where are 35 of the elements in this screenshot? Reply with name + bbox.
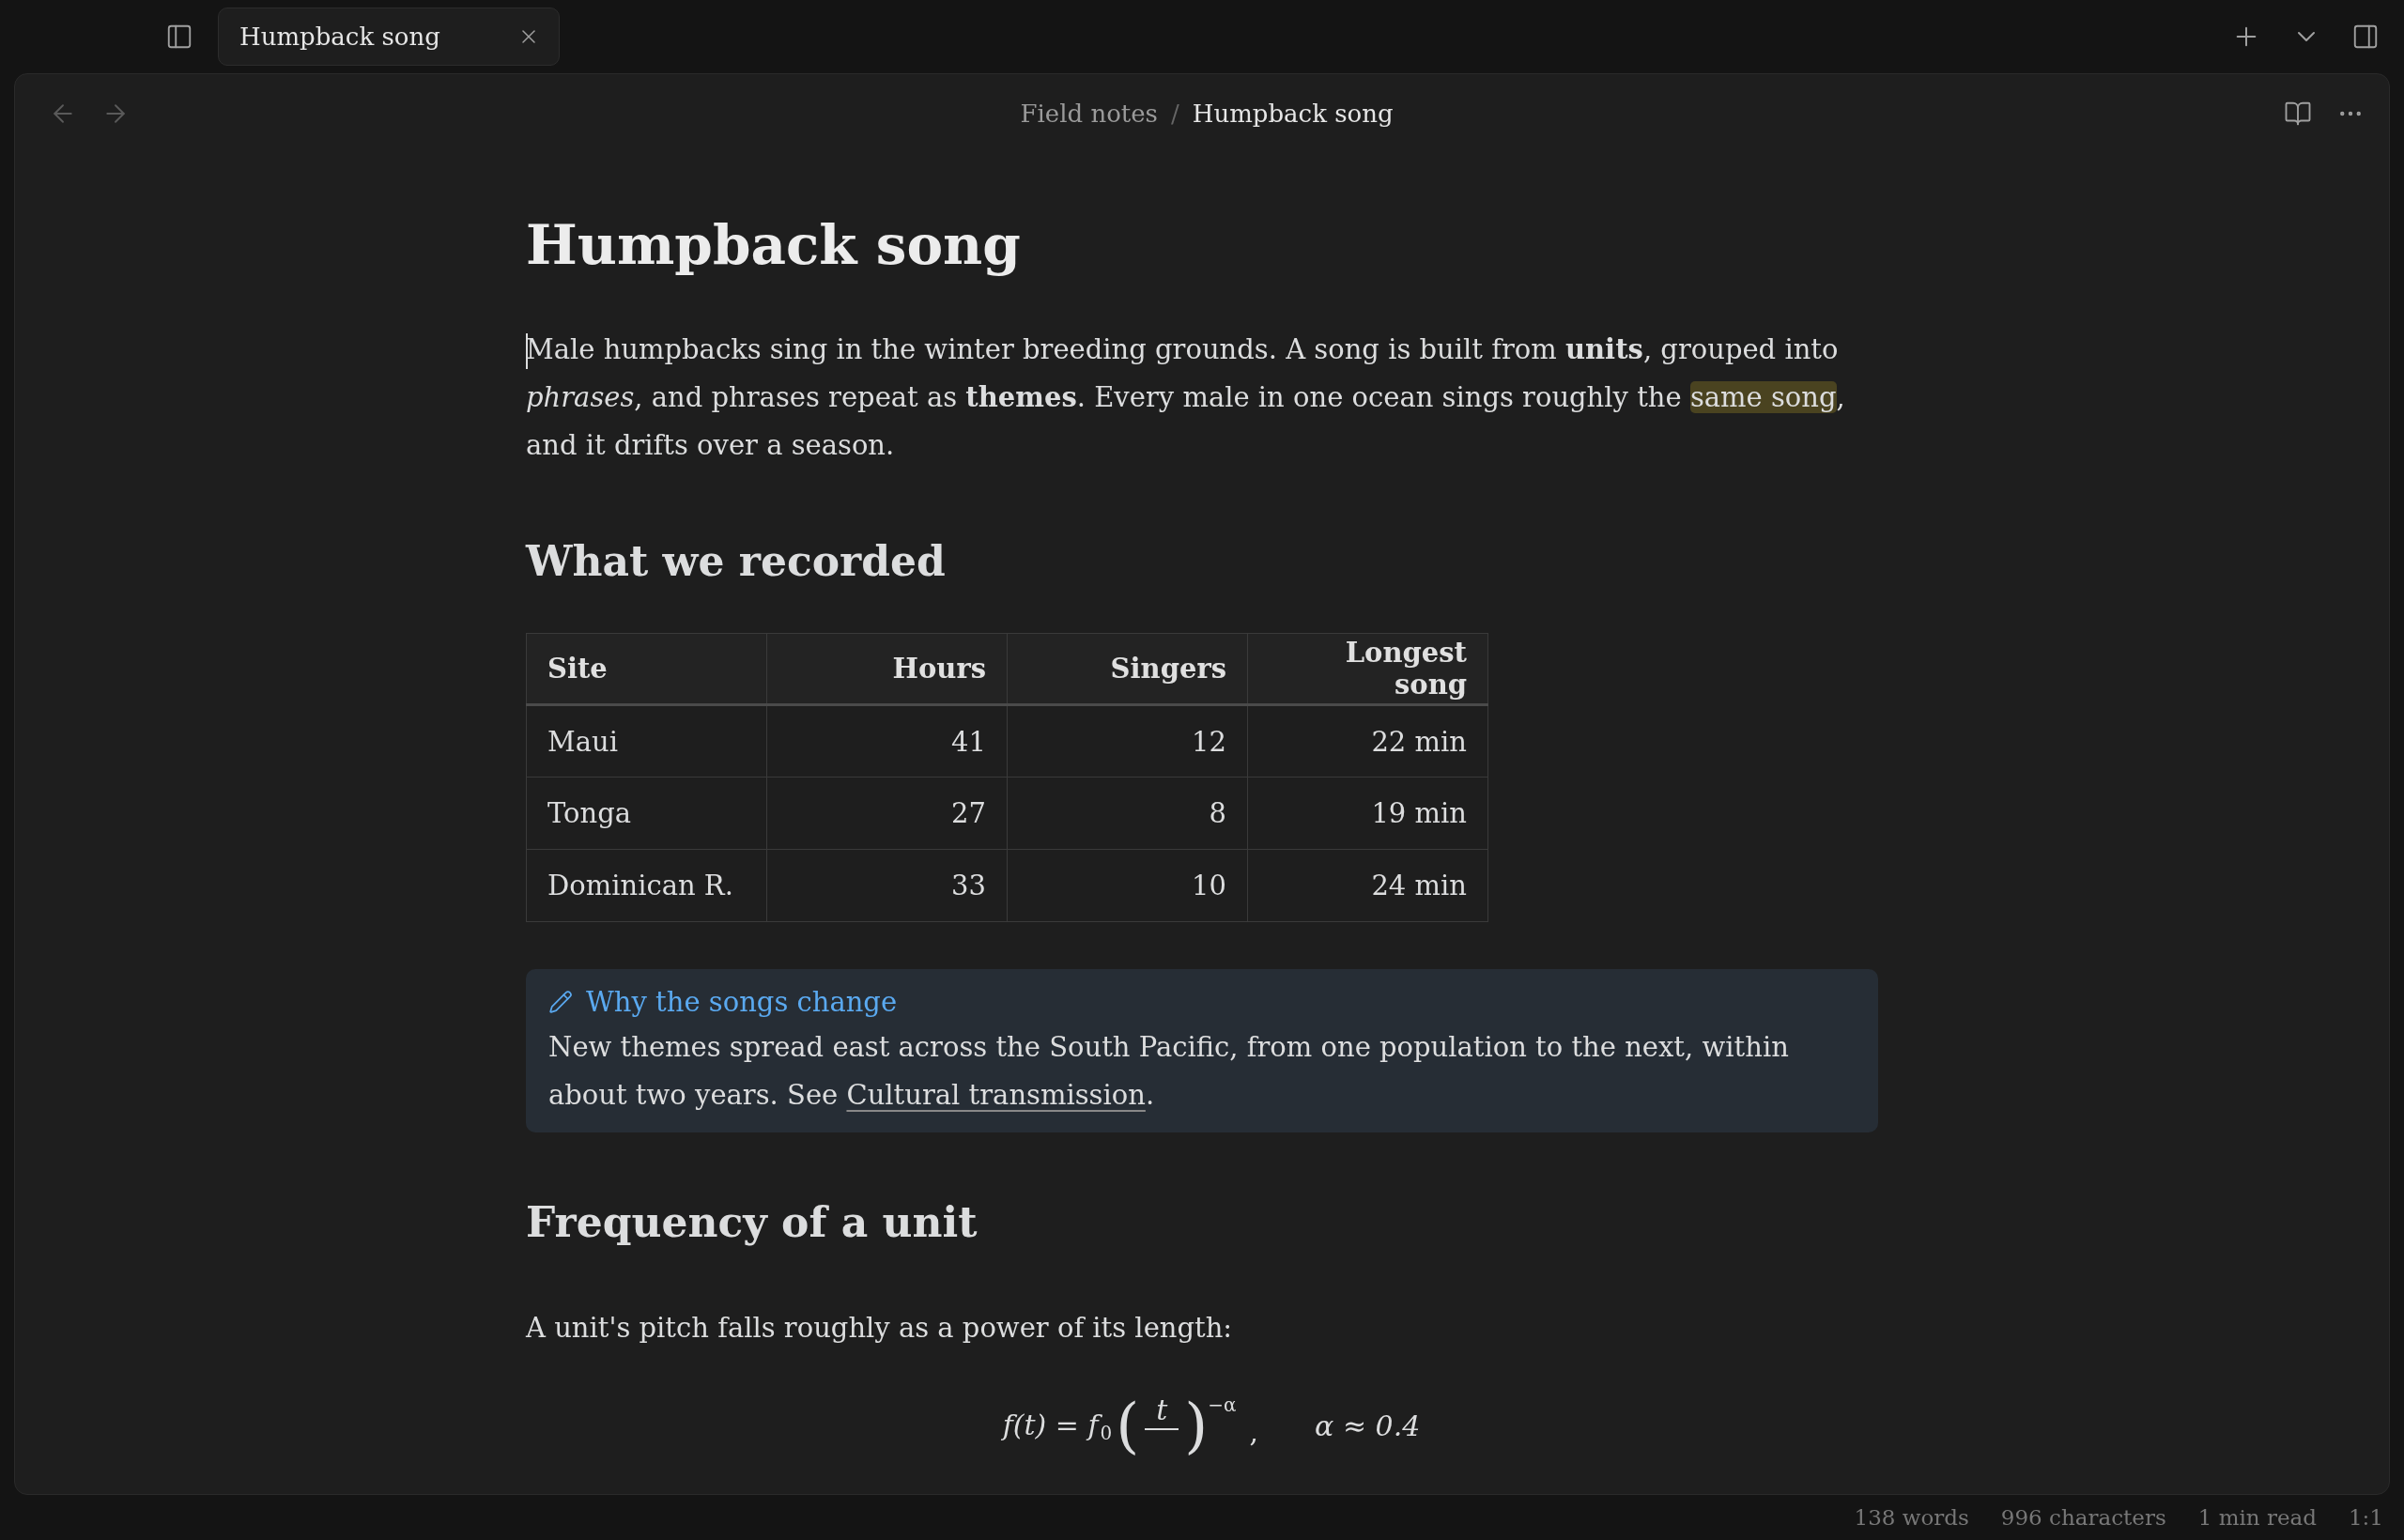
table-cell: Maui xyxy=(526,704,767,778)
callout-title: Why the songs change xyxy=(586,985,898,1021)
internal-link[interactable]: Cultural transmission xyxy=(846,1079,1146,1112)
callout-text: New themes spread east across the South Pacific, from one population to the next, within about two years. See Cultural transmission. xyxy=(548,1030,1790,1114)
math-condition: α ≈ 0.4 xyxy=(1315,1409,1421,1442)
paragraph: A unit's pitch falls roughly as a power of its length: xyxy=(526,1311,1234,1347)
table-cell: 33 xyxy=(766,849,1008,922)
table-cell: Dominican R. xyxy=(526,849,767,922)
status-item: 1 min read xyxy=(2197,1505,2317,1530)
tab-title: Humpback song xyxy=(239,23,440,51)
section-heading: What we recorded xyxy=(526,536,947,587)
status-item: 138 words xyxy=(1854,1505,1969,1530)
pencil-icon xyxy=(548,990,573,1015)
column-header: Longest song xyxy=(1247,633,1488,705)
status-item: 1:1 xyxy=(2349,1505,2383,1530)
table-cell: 19 min xyxy=(1247,777,1488,850)
column-header: Site xyxy=(526,633,767,705)
column-header: Hours xyxy=(766,633,1008,705)
column-header: Singers xyxy=(1007,633,1248,705)
breadcrumb-separator: / xyxy=(1170,100,1179,128)
table-cell: Tonga xyxy=(526,777,767,850)
table-cell: 24 min xyxy=(1247,849,1488,922)
table-cell: 8 xyxy=(1007,777,1248,850)
breadcrumb-item[interactable]: Field notes xyxy=(1020,100,1158,128)
breadcrumb-item[interactable]: Humpback song xyxy=(1192,100,1394,128)
status-item: 996 characters xyxy=(2000,1505,2166,1530)
table-cell: 41 xyxy=(766,704,1008,778)
table-cell: 12 xyxy=(1007,704,1248,778)
section-heading: Frequency of a unit xyxy=(526,1198,979,1249)
intro-paragraph: Male humpbacks sing in the winter breeding grounds. A song is built from units, grouped into phrases, and phrases repeat as themes. Every male in one ocean sings roughly the same song, and it drifts over a season. xyxy=(526,331,1846,463)
tab[interactable]: Humpback song xyxy=(218,8,560,66)
note-title: Humpback song xyxy=(526,213,1022,279)
table-cell: 22 min xyxy=(1247,704,1488,778)
table-cell: 27 xyxy=(766,777,1008,850)
table-cell: 10 xyxy=(1007,849,1248,922)
